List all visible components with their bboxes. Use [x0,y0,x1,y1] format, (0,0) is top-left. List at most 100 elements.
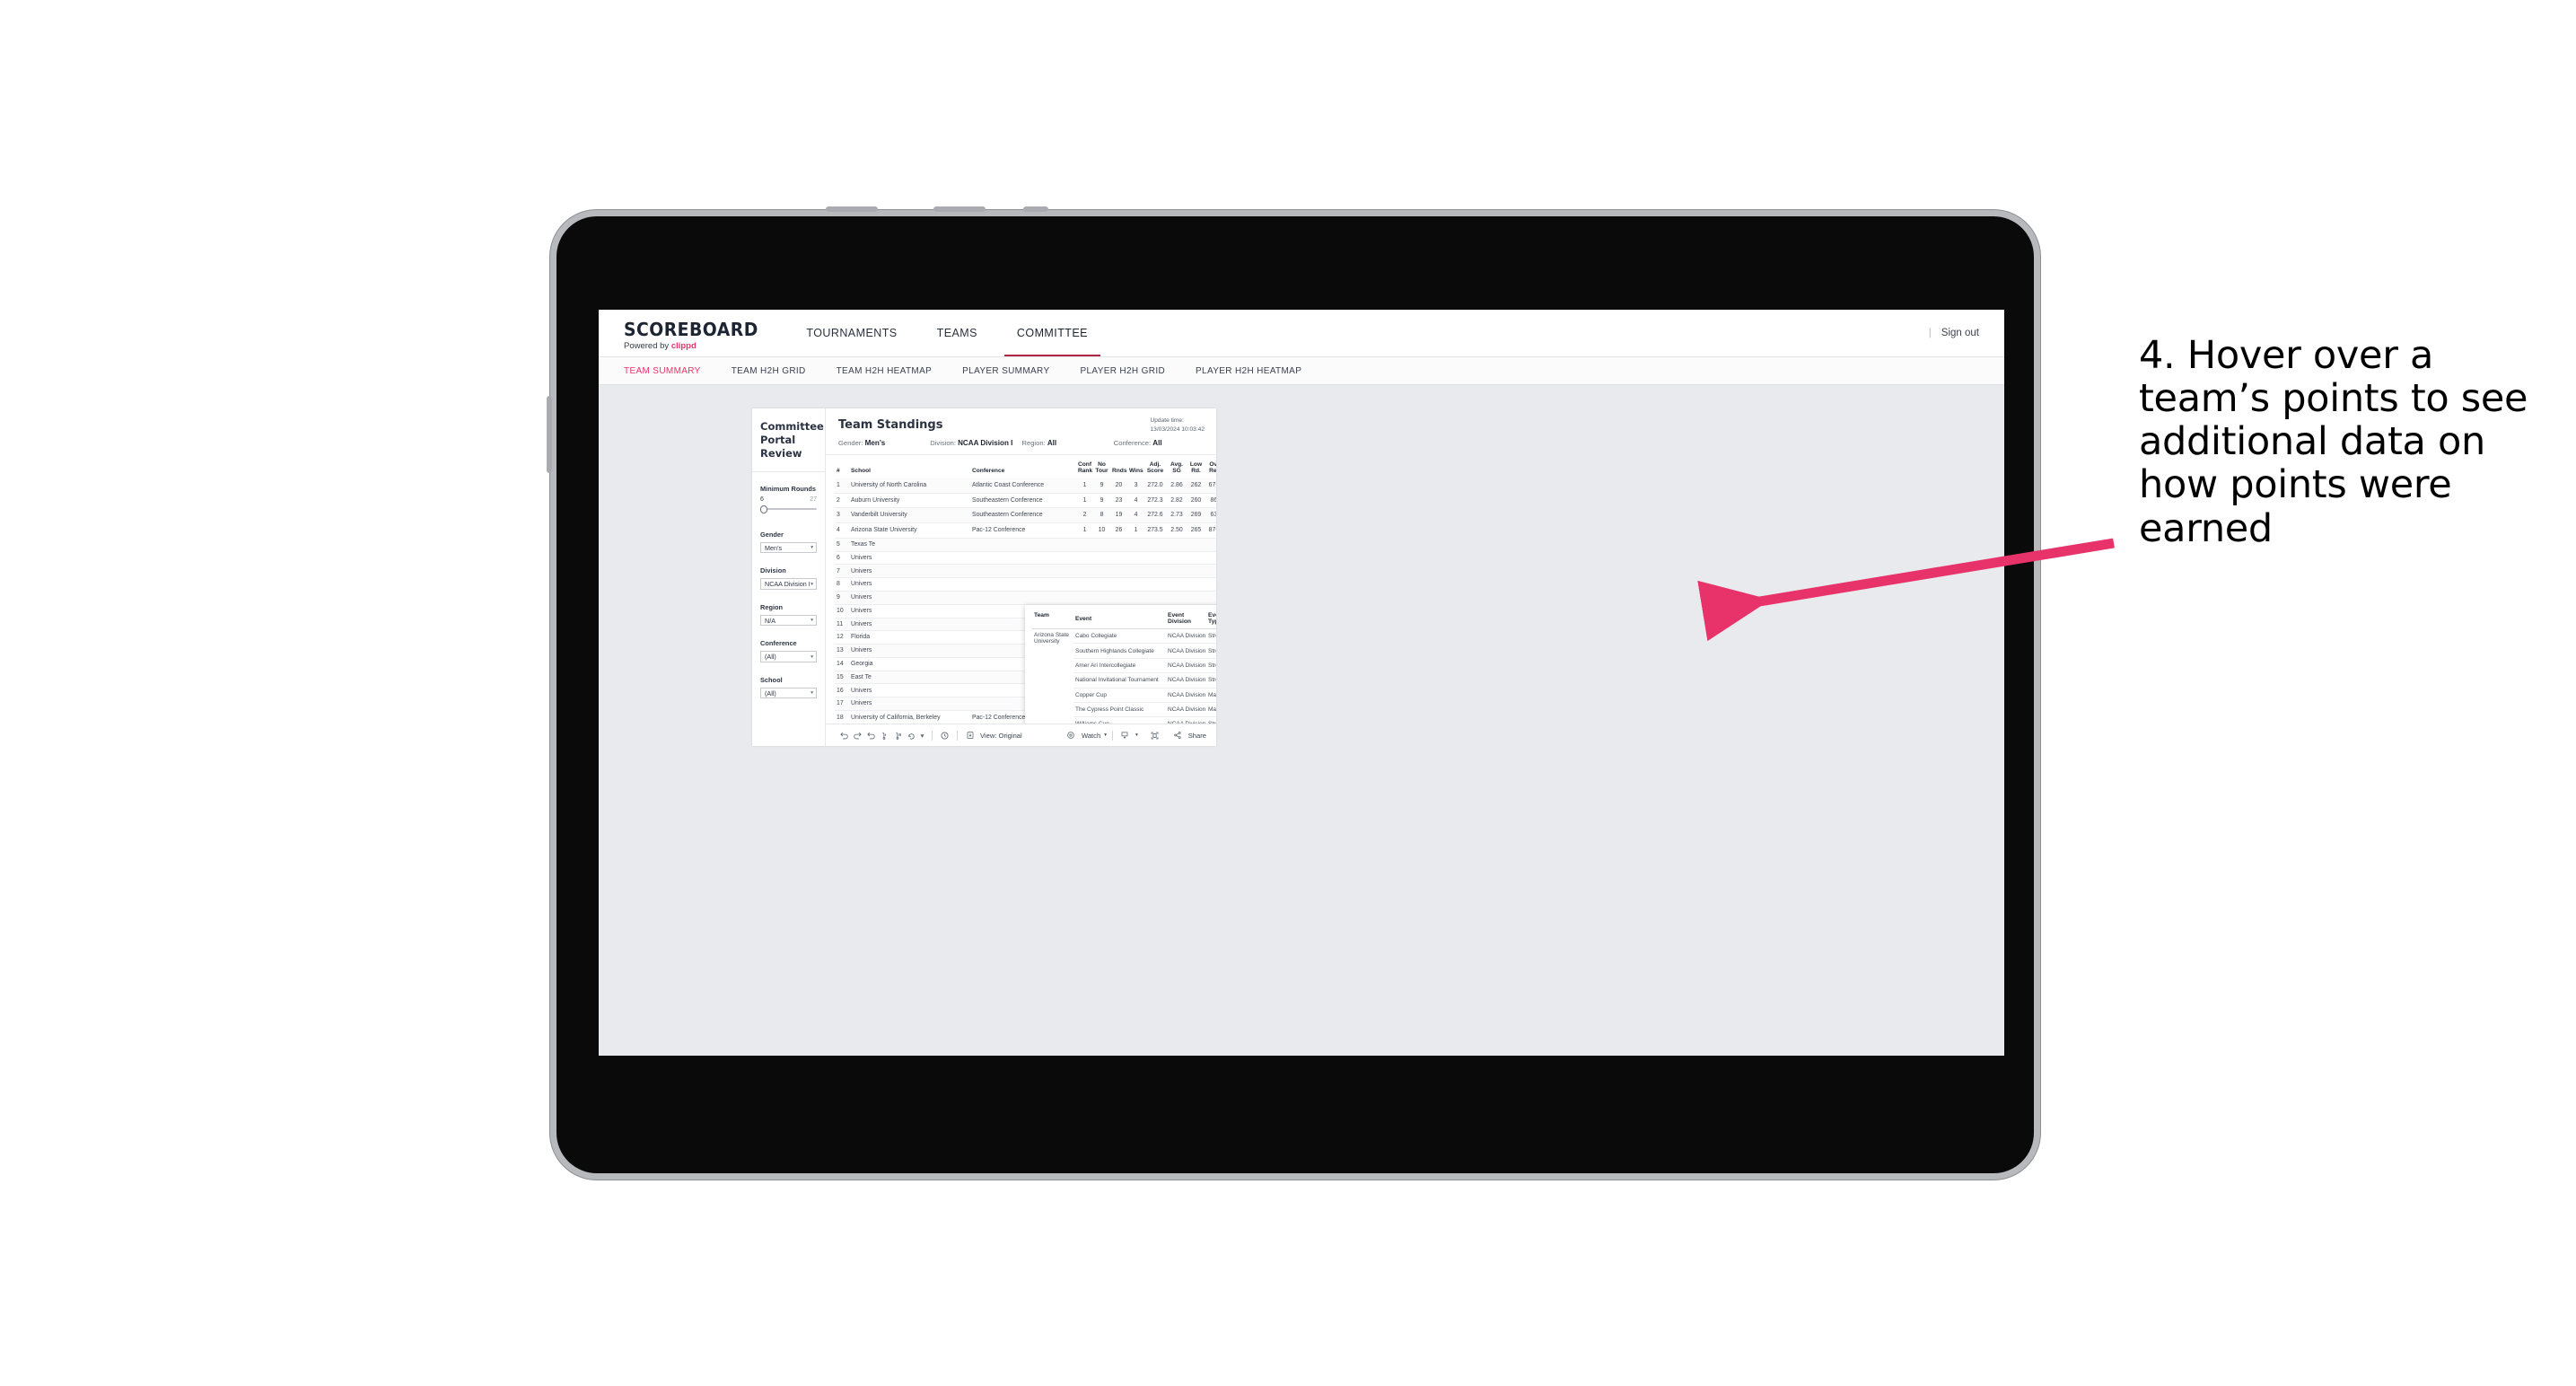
criteria-region: Region: All [1022,439,1114,447]
minimum-rounds-slider[interactable] [760,504,817,513]
watch-label: Watch [1081,731,1101,740]
tab-player-h2h-grid[interactable]: PLAYER H2H GRID [1080,366,1165,376]
school-select[interactable]: (All) ▾ [760,687,817,699]
gender-label: Gender [760,530,784,539]
rank-cell: 6 [835,551,849,566]
rnds-cell [1110,538,1127,552]
undo-icon[interactable] [837,729,851,742]
col-conference[interactable]: Conference [970,455,1076,478]
download-button[interactable]: ▾ [1118,729,1138,742]
rank-cell: 17 [835,697,849,712]
table-row[interactable]: 8 Univers [835,577,1216,592]
col-rank[interactable]: # [835,455,849,478]
table-row[interactable]: 9 Univers [835,591,1216,605]
school-cell: Univers [849,644,970,658]
division-select[interactable]: NCAA Division I ▾ [760,578,817,590]
pause-auto-updates-icon[interactable] [938,729,951,742]
download-icon [1118,729,1132,742]
table-row[interactable]: 3 Vanderbilt University Southeastern Confe… [835,507,1216,524]
pause-icon[interactable] [878,729,891,742]
no-tour-cell [1093,538,1110,552]
toolbar-divider-2 [957,730,958,741]
chevron-down-icon[interactable]: ▾ [918,729,926,742]
col-avg-sg[interactable]: Avg. SG [1166,455,1187,478]
fullscreen-icon[interactable] [1148,729,1161,742]
adj-score-cell [1144,564,1166,579]
gender-select[interactable]: Men’s ▾ [760,541,817,554]
nav-teams[interactable]: TEAMS [917,310,997,356]
criteria-conference-value: All [1152,439,1162,447]
criteria-conference: Conference: All [1114,439,1205,447]
col-low-rd[interactable]: Low Rd. [1187,455,1205,478]
tooltip-event-division-cell: NCAA Division I [1166,658,1206,674]
avg-sg-cell [1166,538,1187,552]
overall-record-cell: 87-25-1 [1205,522,1216,539]
table-row[interactable]: 7 Univers [835,564,1216,579]
tab-player-h2h-heatmap[interactable]: PLAYER H2H HEATMAP [1196,366,1301,376]
rank-cell: 14 [835,657,849,671]
resume-icon[interactable] [891,729,905,742]
tab-player-summary[interactable]: PLAYER SUMMARY [962,366,1049,376]
col-overall-record[interactable]: Overall Record [1205,455,1216,478]
redo-icon[interactable] [851,729,864,742]
toolbar-divider-1 [932,730,933,741]
nav-tournaments[interactable]: TOURNAMENTS [786,310,916,356]
filter-school: School (All) ▾ [760,676,817,699]
update-time: Update time: 13/03/2024 10:03:42 [1151,417,1205,434]
rank-cell: 5 [835,538,849,552]
conference-select[interactable]: (All) ▾ [760,651,817,662]
watch-button[interactable]: Watch ▾ [1065,729,1107,742]
share-button[interactable]: Share [1171,729,1206,742]
rank-cell: 16 [835,683,849,698]
revert-icon[interactable] [864,729,878,742]
col-no-tour[interactable]: No Tour [1093,455,1110,478]
table-row[interactable]: 2 Auburn University Southeastern Conferenc… [835,493,1216,509]
brand-logo[interactable]: SCOREBOARD Powered by clippd [599,310,786,356]
tooltip-event-cell: Williams Cup [1073,716,1166,724]
col-school[interactable]: School [849,455,970,478]
table-row[interactable]: 6 Univers [835,551,1216,566]
slider-handle[interactable] [760,504,767,513]
filter-panel: Committee Portal Review Minimum Rounds 6… [752,408,826,746]
signout-button[interactable]: Sign out [1941,328,1979,338]
wins-cell: 3 [1127,478,1144,494]
nav-committee[interactable]: COMMITTEE [997,310,1108,356]
table-row[interactable]: 4 Arizona State University Pac-12 Conferen… [835,522,1216,539]
tablet-screen: SCOREBOARD Powered by clippd TOURNAMENTS… [599,310,2004,1056]
criteria-division: Division: NCAA Division I [930,439,1021,447]
refresh-icon[interactable] [905,729,918,742]
filter-list: Minimum Rounds 6 27 Gender Men’s ▾ Divis… [752,472,825,713]
no-tour-cell [1093,591,1110,605]
region-select[interactable]: N/A ▾ [760,614,817,627]
rank-cell: 1 [835,478,849,494]
table-row[interactable]: 1 University of North Carolina Atlantic Co… [835,478,1216,494]
low-rd-cell [1187,591,1205,605]
col-adj-score[interactable]: Adj. Score [1144,455,1166,478]
update-time-label: Update time: [1150,417,1184,424]
col-rnds[interactable]: Rnds [1110,455,1127,478]
max-rounds-value: 27 [810,496,817,503]
volume-up-button[interactable] [826,206,878,212]
no-tour-cell [1093,564,1110,579]
rank-cell: 3 [835,507,849,524]
standings-table-wrap[interactable]: # School Conference Conf Rank No Tour Rn… [826,455,1216,724]
tooltip-event-division-cell: NCAA Division I [1166,716,1206,724]
tab-team-summary[interactable]: TEAM SUMMARY [624,366,701,376]
table-row[interactable]: 5 Texas Te [835,538,1216,552]
tab-team-h2h-grid[interactable]: TEAM H2H GRID [732,366,806,376]
volume-down-button[interactable] [933,206,986,212]
overall-record-cell: 86-4-0 [1205,493,1216,509]
update-time-value: 13/03/2024 10:03:42 [1150,425,1205,433]
dashboard-body: Committee Portal Review Minimum Rounds 6… [752,408,1216,746]
mute-button[interactable] [1023,206,1048,212]
col-wins[interactable]: Wins [1127,455,1144,478]
rnds-cell: 26 [1110,522,1127,539]
power-button[interactable] [547,396,552,473]
school-cell: Texas Te [849,538,970,552]
low-rd-cell [1187,577,1205,592]
school-cell: Florida [849,630,970,645]
col-conf-rank[interactable]: Conf Rank [1076,455,1093,478]
tab-team-h2h-heatmap[interactable]: TEAM H2H HEATMAP [837,366,933,376]
view-original-button[interactable]: View: Original [963,729,1022,742]
rnds-cell: 23 [1110,493,1127,509]
